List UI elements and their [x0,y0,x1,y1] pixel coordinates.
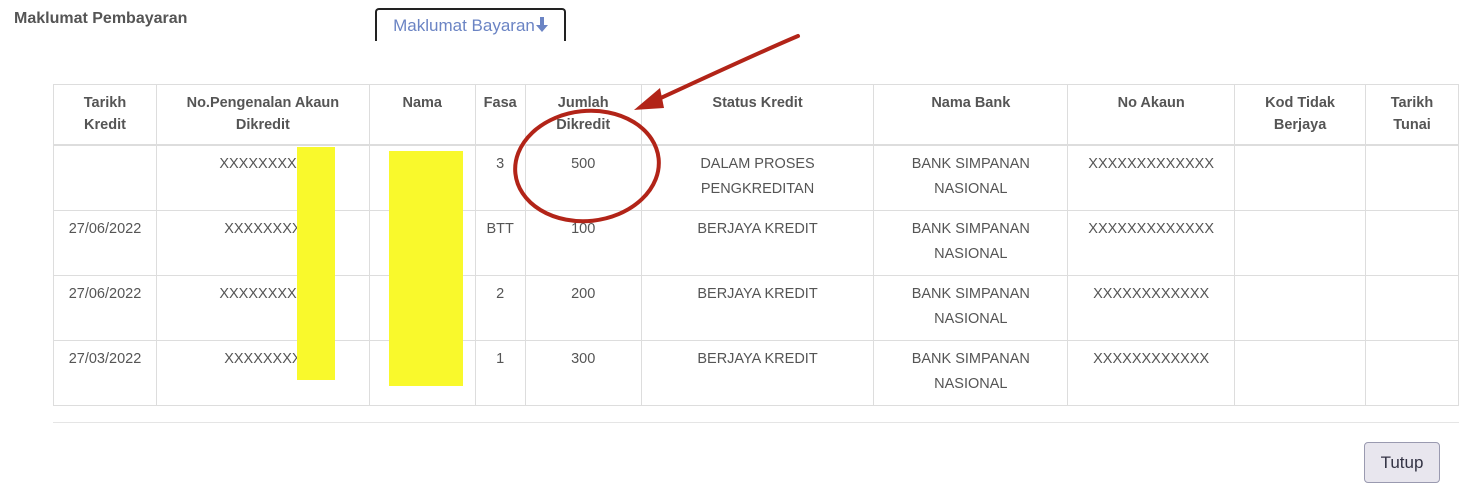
cell-no-akaun: XXXXXXXXXXXX [1067,275,1236,341]
cell-kod [1234,210,1367,276]
table-row: XXXXXXXXX 3 500 DALAM PROSES PENGKREDITA… [53,144,1459,211]
header-tarikh-tunai: Tarikh Tunai [1365,84,1459,146]
cell-tarikh-kredit: 27/06/2022 [53,275,157,341]
cell-jumlah: 100 [524,210,642,276]
footer-divider [53,422,1459,423]
cell-fasa: 1 [474,340,526,406]
cell-tarikh-tunai [1365,210,1459,276]
cell-tarikh-kredit [53,144,157,211]
arrow-down-icon [535,16,548,32]
redaction-name-block [389,151,463,386]
header-no-pengenalan: No.Pengenalan Akaun Dikredit [155,84,370,146]
cell-status: DALAM PROSES PENGKREDITAN [640,144,875,211]
table-row: 27/03/2022 XXXXXXXX 1 300 BERJAYA KREDIT… [53,340,1459,406]
header-jumlah-dikredit: Jumlah Dikredit [524,84,642,146]
cell-no-pengenalan: XXXXXXXXX [155,275,370,341]
redaction-id-block [297,147,335,380]
cell-tarikh-kredit: 27/03/2022 [53,340,157,406]
cell-status: BERJAYA KREDIT [640,275,875,341]
cell-status: BERJAYA KREDIT [640,340,875,406]
cell-tarikh-tunai [1365,340,1459,406]
table-row: 27/06/2022 XXXXXXXX BTT 100 BERJAYA KRED… [53,210,1459,276]
header-nama-bank: Nama Bank [873,84,1069,146]
cell-no-akaun: XXXXXXXXXXXXX [1067,210,1236,276]
close-button[interactable]: Tutup [1364,442,1440,483]
table-row: 27/06/2022 XXXXXXXXX 2 200 BERJAYA KREDI… [53,275,1459,341]
header-nama: Nama [368,84,476,146]
cell-jumlah: 300 [524,340,642,406]
cell-kod [1234,144,1367,211]
cell-fasa: 2 [474,275,526,341]
cell-no-akaun: XXXXXXXXXXXXX [1067,144,1236,211]
header-no-akaun: No Akaun [1067,84,1236,146]
cell-kod [1234,340,1367,406]
cell-bank: BANK SIMPANAN NASIONAL [873,210,1069,276]
cell-fasa: 3 [474,144,526,211]
cell-tarikh-kredit: 27/06/2022 [53,210,157,276]
cell-bank: BANK SIMPANAN NASIONAL [873,144,1069,211]
header-tarikh-kredit: Tarikh Kredit [53,84,157,146]
cell-jumlah: 500 [524,144,642,211]
header-kod-tidak-berjaya: Kod Tidak Berjaya [1234,84,1367,146]
cell-status: BERJAYA KREDIT [640,210,875,276]
header-fasa: Fasa [474,84,526,146]
cell-jumlah: 200 [524,275,642,341]
cell-bank: BANK SIMPANAN NASIONAL [873,275,1069,341]
table-header-row: Tarikh Kredit No.Pengenalan Akaun Dikred… [53,84,1459,146]
cell-no-pengenalan: XXXXXXXX [155,340,370,406]
cell-bank: BANK SIMPANAN NASIONAL [873,340,1069,406]
cell-no-pengenalan: XXXXXXXX [155,210,370,276]
cell-no-pengenalan: XXXXXXXXX [155,144,370,211]
cell-tarikh-tunai [1365,275,1459,341]
tab-maklumat-bayaran[interactable]: Maklumat Bayaran [375,8,566,41]
cell-tarikh-tunai [1365,144,1459,211]
section-title: Maklumat Pembayaran [14,10,188,27]
cell-no-akaun: XXXXXXXXXXXX [1067,340,1236,406]
payments-table: Tarikh Kredit No.Pengenalan Akaun Dikred… [53,84,1459,406]
cell-kod [1234,275,1367,341]
cell-fasa: BTT [474,210,526,276]
header-status-kredit: Status Kredit [640,84,875,146]
tab-label: Maklumat Bayaran [393,15,535,35]
